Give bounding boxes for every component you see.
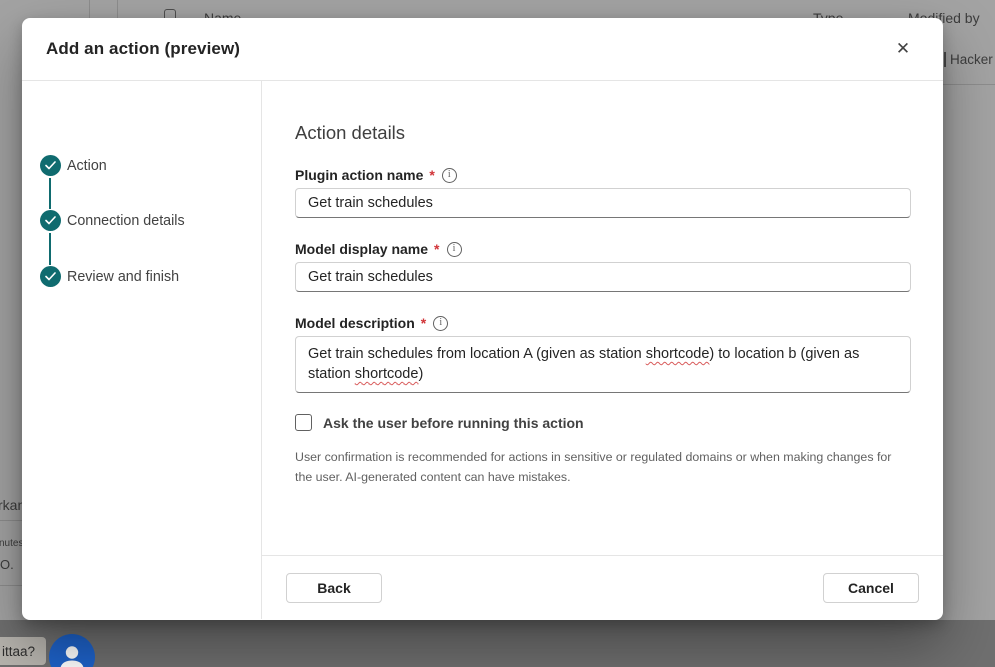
step-connection-details[interactable]: Connection details — [40, 210, 185, 231]
step-action[interactable]: Action — [40, 155, 107, 176]
step-label: Review and finish — [67, 268, 180, 285]
panel-heading: Action details — [295, 122, 406, 143]
model-description-label-row: Model description * i — [295, 313, 911, 333]
plugin-action-name-label-row: Plugin action name * i — [295, 165, 911, 185]
table-row-divider — [943, 84, 995, 85]
step-connector — [49, 178, 51, 209]
table-cell-modified-by-value: Hacker C — [950, 52, 995, 67]
model-description-textarea[interactable]: Get train schedules from location A (giv… — [295, 336, 911, 393]
background-row-divider — [0, 520, 22, 521]
person-icon — [60, 646, 84, 667]
required-marker: * — [420, 315, 427, 331]
table-cell-divider — [944, 52, 946, 67]
ask-user-checkbox-label: Ask the user before running this action — [323, 414, 584, 431]
info-icon[interactable]: i — [433, 315, 449, 331]
description-text: Get train schedules from location A (giv… — [308, 346, 646, 362]
cancel-button[interactable]: Cancel — [823, 572, 919, 603]
info-icon[interactable]: i — [446, 241, 462, 257]
check-circle-icon — [40, 210, 61, 231]
step-label: Action — [67, 157, 107, 174]
close-button[interactable]: ✕ — [887, 33, 919, 65]
check-circle-icon — [40, 155, 61, 176]
background-column-divider — [89, 0, 90, 18]
required-marker: * — [434, 241, 440, 257]
model-display-name-label: Model display name — [295, 241, 429, 257]
check-circle-icon — [40, 266, 61, 287]
model-display-name-label-row: Model display name * i — [295, 239, 911, 259]
action-details-panel: Action details Plugin action name * i Mo… — [262, 81, 943, 555]
required-marker: * — [429, 167, 435, 183]
dialog-header: Add an action (preview) ✕ — [22, 18, 943, 81]
dialog-title: Add an action (preview) — [46, 39, 241, 58]
misspelled-word: shortcode — [645, 346, 710, 362]
ask-user-checkbox-row: Ask the user before running this action — [295, 414, 911, 431]
plugin-action-name-label: Plugin action name — [295, 167, 424, 183]
background-bottom-bar — [0, 620, 995, 667]
chat-input-placeholder-fragment: ittaa? — [2, 643, 36, 659]
description-text: ) — [418, 366, 424, 382]
plugin-action-name-input[interactable] — [295, 188, 911, 218]
background-text-fragment: O. — [0, 557, 14, 572]
add-action-dialog: Add an action (preview) ✕ Action Connect… — [22, 18, 943, 620]
info-icon[interactable]: i — [441, 167, 457, 183]
ask-user-checkbox[interactable] — [295, 414, 312, 431]
back-button[interactable]: Back — [286, 572, 382, 603]
background-column-divider — [117, 0, 118, 18]
confirmation-help-text: User confirmation is recommended for act… — [295, 450, 892, 484]
screen: Name Type Modified by Hacker C rkan nute… — [0, 0, 995, 667]
step-connector — [49, 233, 51, 265]
misspelled-word: shortcode — [354, 366, 419, 382]
wizard-steps-nav: Action Connection details Review and fin… — [22, 81, 262, 619]
model-display-name-input[interactable] — [295, 262, 911, 292]
background-row-divider — [0, 585, 22, 586]
close-icon: ✕ — [895, 39, 911, 59]
dialog-body: Action Connection details Review and fin… — [22, 81, 943, 619]
step-review-and-finish[interactable]: Review and finish — [40, 266, 179, 287]
background-text-fragment: nutes — [0, 538, 24, 549]
model-description-label: Model description — [295, 315, 415, 331]
dialog-footer: Back Cancel — [262, 555, 943, 619]
chat-input-fragment: ittaa? — [0, 637, 46, 665]
step-label: Connection details — [67, 212, 185, 229]
